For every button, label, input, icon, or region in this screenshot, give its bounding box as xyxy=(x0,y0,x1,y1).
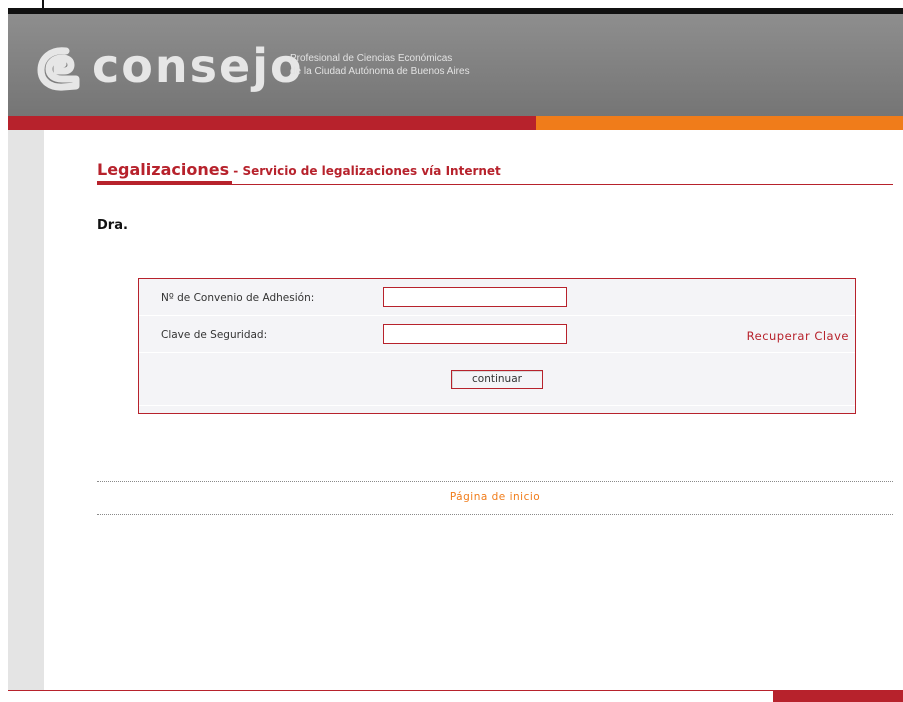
form-row-submit: continuar xyxy=(139,353,855,406)
title-underline xyxy=(97,181,232,184)
footer-divider-top xyxy=(97,481,893,482)
footer-divider-bottom xyxy=(97,514,893,515)
title-separator: - xyxy=(229,164,243,178)
clave-label: Clave de Seguridad: xyxy=(161,329,268,341)
recover-password-link[interactable]: Recuperar Clave xyxy=(747,329,849,343)
site-header: consejo Profesional de Ciencias Económic… xyxy=(8,14,903,116)
page-title: Legalizaciones xyxy=(97,160,230,179)
brand-wordmark[interactable]: consejo xyxy=(92,36,304,96)
continue-button[interactable]: continuar xyxy=(451,370,543,389)
convenio-label: Nº de Convenio de Adhesión: xyxy=(161,292,315,304)
top-tick xyxy=(42,0,44,10)
left-sidebar-bar xyxy=(8,130,44,690)
header-red-stripe xyxy=(8,116,536,130)
form-row-convenio: Nº de Convenio de Adhesión: xyxy=(139,279,855,316)
tagline-line-2: de la Ciudad Autónoma de Buenos Aires xyxy=(290,66,470,77)
clave-input[interactable] xyxy=(383,324,567,344)
convenio-input[interactable] xyxy=(383,287,567,307)
consejo-logo-icon[interactable] xyxy=(36,45,82,91)
header-orange-stripe xyxy=(536,116,903,130)
tagline-line-1: Profesional de Ciencias Económicas xyxy=(290,53,453,64)
home-link[interactable]: Página de inicio xyxy=(97,491,893,503)
greeting: Dra. xyxy=(97,218,128,233)
brand-tagline: Profesional de Ciencias Económicas de la… xyxy=(290,52,470,78)
bottom-red-block xyxy=(773,690,903,702)
page-subtitle: Servicio de legalizaciones vía Internet xyxy=(242,164,501,178)
bottom-line xyxy=(8,690,903,691)
login-form: Nº de Convenio de Adhesión: Clave de Seg… xyxy=(138,278,856,414)
form-row-clave: Clave de Seguridad: Recuperar Clave xyxy=(139,316,855,353)
top-bar xyxy=(0,0,903,14)
